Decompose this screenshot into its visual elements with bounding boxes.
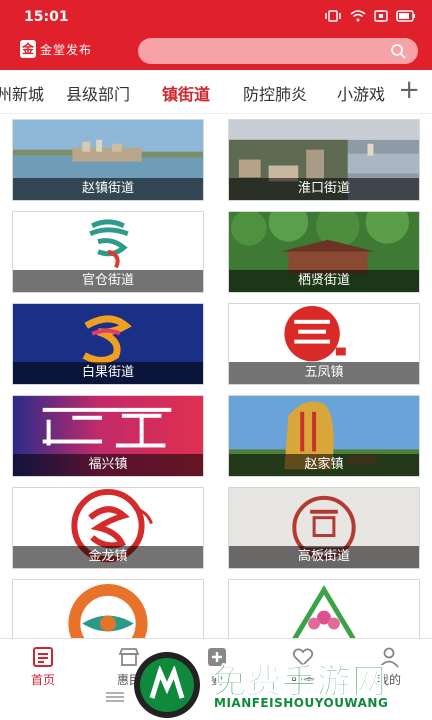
battery-icon (396, 10, 415, 22)
card-caption: 淮口街道 (229, 178, 419, 200)
card-caption: 白果街道 (13, 362, 203, 384)
card-caption: 福兴镇 (13, 454, 203, 476)
tab-mini-games[interactable]: 小游戏 (337, 81, 389, 105)
card-caption: 高板街道 (229, 546, 419, 568)
card-baiguo[interactable]: 白果街道 (12, 303, 204, 385)
nav-home[interactable]: 首页 (10, 645, 76, 695)
watermark-overlay: 免费手游网 MIANFEISHOUYOUWANG (130, 650, 432, 720)
flower-logo-image (229, 580, 419, 638)
card-caption: 金龙镇 (13, 546, 203, 568)
card-row6-right[interactable] (228, 579, 420, 638)
sim-icon (374, 10, 388, 22)
tab-zhouxincheng[interactable]: 州新城 (0, 81, 44, 105)
watermark-subtitle: MIANFEISHOUYOUWANG (214, 696, 389, 710)
town-grid: 赵镇街道 淮口街道 官仓街道 栖贤街道 白果街道 五凤镇 福兴镇 赵家镇 金龙镇… (0, 114, 432, 638)
card-wufeng[interactable]: 五凤镇 (228, 303, 420, 385)
card-caption: 赵镇街道 (13, 178, 203, 200)
watermark-logo-icon (134, 652, 200, 718)
menu-gesture-icon[interactable] (100, 690, 130, 704)
card-zhaojia[interactable]: 赵家镇 (228, 395, 420, 477)
search-bar[interactable] (138, 38, 418, 64)
card-row6-left[interactable] (12, 579, 204, 638)
card-caption: 五凤镇 (229, 362, 419, 384)
card-caption: 官仓街道 (13, 270, 203, 292)
card-gaoban[interactable]: 高板街道 (228, 487, 420, 569)
logo-icon: 金 (20, 40, 36, 58)
status-bar: 15:01 (0, 0, 432, 34)
category-tabs: 州新城 县级部门 镇街道 防控肺炎 小游戏 + (0, 70, 432, 114)
app-logo[interactable]: 金 金堂发布 (20, 40, 92, 58)
home-icon (33, 647, 53, 667)
card-qixian[interactable]: 栖贤街道 (228, 211, 420, 293)
card-zhaozhen[interactable]: 赵镇街道 (12, 119, 204, 201)
card-fuxing[interactable]: 福兴镇 (12, 395, 204, 477)
card-caption: 赵家镇 (229, 454, 419, 476)
app-header: 15:01 金 金堂发布 (0, 0, 432, 70)
status-icons (324, 10, 416, 22)
add-tab-icon[interactable]: + (398, 77, 420, 103)
vibrate-icon (325, 10, 341, 22)
card-caption: 栖贤街道 (229, 270, 419, 292)
tab-county-departments[interactable]: 县级部门 (66, 81, 130, 105)
card-jinlong[interactable]: 金龙镇 (12, 487, 204, 569)
nav-label: 首页 (30, 673, 55, 687)
wifi-icon (350, 10, 366, 22)
search-icon[interactable] (390, 43, 406, 59)
tab-towns-streets[interactable]: 镇街道 (162, 81, 210, 105)
status-time: 15:01 (24, 9, 69, 25)
app-name: 金堂发布 (40, 42, 93, 57)
card-guancang[interactable]: 官仓街道 (12, 211, 204, 293)
card-huaikou[interactable]: 淮口街道 (228, 119, 420, 201)
tab-epidemic[interactable]: 防控肺炎 (243, 81, 307, 105)
orange-circle-logo-image (13, 580, 203, 638)
